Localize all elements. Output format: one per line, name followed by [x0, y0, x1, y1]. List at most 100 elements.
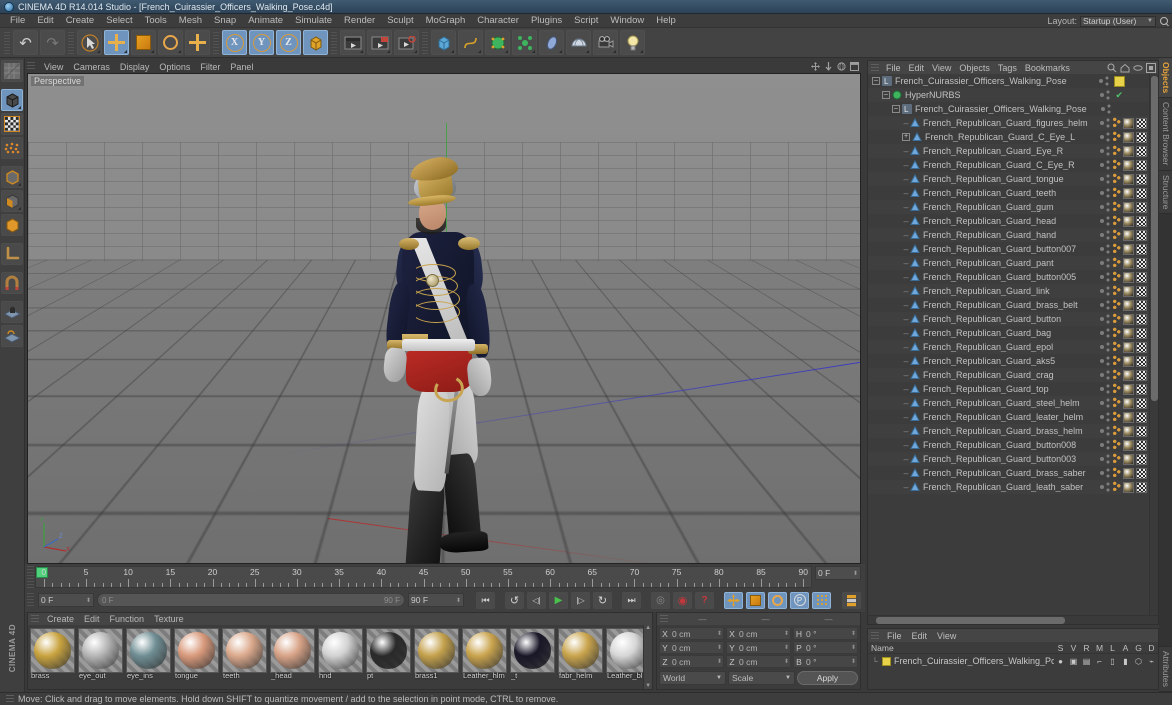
editor-visibility-dot[interactable] [1100, 135, 1104, 139]
step-forward-button[interactable]: |▷ [571, 591, 590, 609]
menu-create[interactable]: Create [60, 14, 101, 28]
coordinate-system-dropdown[interactable]: World ▼ [659, 671, 726, 685]
material-tag-icon[interactable] [1123, 243, 1134, 255]
layer-color-swatch[interactable] [882, 656, 891, 666]
layer-menu-view[interactable]: View [932, 631, 961, 641]
toolbar-grip[interactable] [4, 31, 10, 54]
material-menu-grip[interactable] [31, 615, 39, 623]
editor-visibility-dot[interactable] [1100, 219, 1104, 223]
material-item[interactable]: Leather_hlm [462, 628, 507, 680]
object-tree-row[interactable]: – French_Republican_Guard_hand [868, 228, 1158, 242]
editor-visibility-dot[interactable] [1101, 107, 1105, 111]
menu-render[interactable]: Render [338, 14, 381, 28]
texture-tag-icon[interactable] [1136, 439, 1147, 451]
object-manager-grip[interactable] [871, 63, 879, 72]
object-tree-row[interactable]: – French_Republican_Guard_epol [868, 340, 1158, 354]
step-back-button[interactable]: ◁| [527, 591, 546, 609]
material-tag-icon[interactable] [1123, 257, 1134, 269]
material-tag-icon[interactable] [1123, 131, 1134, 143]
z-axis-lock[interactable]: Z [276, 30, 301, 55]
camera-button[interactable] [593, 30, 618, 55]
layer-solo-toggle[interactable]: ● [1054, 655, 1067, 667]
viewport-menu-display[interactable]: Display [115, 62, 155, 72]
material-menu-edit[interactable]: Edit [79, 614, 105, 624]
material-tag-icon[interactable] [1123, 159, 1134, 171]
render-visibility-dots[interactable] [1106, 202, 1110, 212]
render-visibility-dots[interactable] [1106, 118, 1110, 128]
texture-tag-icon[interactable] [1136, 481, 1147, 493]
tag-dots-icon[interactable] [1112, 271, 1121, 283]
light-button[interactable] [620, 30, 645, 55]
render-view-button[interactable] [340, 30, 365, 55]
toolbar-grip-3[interactable] [213, 31, 219, 54]
texture-tag-icon[interactable] [1136, 117, 1147, 129]
editor-visibility-dot[interactable] [1100, 303, 1104, 307]
add-cube-button[interactable] [431, 30, 456, 55]
texture-tag-icon[interactable] [1136, 313, 1147, 325]
menu-script[interactable]: Script [568, 14, 604, 28]
tag-dots-icon[interactable] [1112, 411, 1121, 423]
object-tree-row[interactable]: – French_Republican_Guard_bag [868, 326, 1158, 340]
object-tree-row[interactable]: – French_Republican_Guard_button [868, 312, 1158, 326]
layer-deformer-toggle[interactable]: ⌁ [1145, 655, 1158, 667]
menu-sculpt[interactable]: Sculpt [381, 14, 419, 28]
object-menu-objects[interactable]: Objects [955, 63, 994, 73]
tag-dots-icon[interactable] [1112, 243, 1121, 255]
tag-dots-icon[interactable] [1112, 299, 1121, 311]
render-visibility-dots[interactable] [1106, 454, 1110, 464]
material-item[interactable]: eye_out [78, 628, 123, 680]
tag-dots-icon[interactable] [1112, 369, 1121, 381]
go-to-end-button[interactable]: ⏭ [622, 591, 641, 609]
object-tree-row[interactable]: – French_Republican_Guard_Eye_R [868, 144, 1158, 158]
object-tree-row[interactable]: – HyperNURBS ✔ [868, 88, 1158, 102]
object-tree-row[interactable]: – French_Republican_Guard_leath_saber [868, 480, 1158, 494]
redo-button[interactable]: ↷ [40, 30, 65, 55]
menu-mesh[interactable]: Mesh [173, 14, 208, 28]
object-tree-row[interactable]: – French_Republican_Guard_aks5 [868, 354, 1158, 368]
texture-tag-icon[interactable] [1136, 453, 1147, 465]
timeline-controls-grip[interactable] [27, 593, 34, 607]
material-tag-icon[interactable] [1123, 439, 1134, 451]
tag-dots-icon[interactable] [1112, 187, 1121, 199]
texture-tag-icon[interactable] [1136, 271, 1147, 283]
go-to-next-key-button[interactable]: ↻ [593, 591, 612, 609]
transform-mode-dropdown[interactable]: Scale ▼ [728, 671, 795, 685]
texture-tag-icon[interactable] [1136, 201, 1147, 213]
menu-edit[interactable]: Edit [31, 14, 59, 28]
texture-tag-icon[interactable] [1136, 159, 1147, 171]
viewport-menu-filter[interactable]: Filter [195, 62, 225, 72]
material-tag-icon[interactable] [1123, 467, 1134, 479]
coordinate-grip[interactable] [660, 615, 668, 623]
status-bar-grip[interactable] [6, 695, 14, 703]
material-tag-icon[interactable] [1123, 145, 1134, 157]
tag-dots-icon[interactable] [1112, 159, 1121, 171]
axis-mode-button[interactable] [1, 243, 23, 265]
tag-dots-icon[interactable] [1112, 341, 1121, 353]
object-tree-row[interactable]: – French_Republican_Guard_button003 [868, 452, 1158, 466]
editor-visibility-dot[interactable] [1100, 345, 1104, 349]
tag-dots-icon[interactable] [1112, 229, 1121, 241]
check-icon[interactable]: ✔ [1115, 90, 1123, 101]
maximize-icon[interactable] [850, 62, 859, 71]
render-visibility-dots[interactable] [1106, 384, 1110, 394]
viewport-menu-grip[interactable] [27, 62, 35, 71]
material-item[interactable]: pt [366, 628, 411, 680]
tree-collapse-toggle[interactable]: – [882, 91, 890, 99]
home-icon[interactable] [1120, 63, 1130, 73]
tag-dots-icon[interactable] [1112, 145, 1121, 157]
edges-mode-button[interactable] [1, 166, 23, 188]
nurbs-button[interactable] [485, 30, 510, 55]
object-tree-scrollbar[interactable] [1149, 74, 1158, 615]
editor-visibility-dot[interactable] [1100, 93, 1105, 97]
object-tree-row[interactable]: – French_Republican_Guard_head [868, 214, 1158, 228]
layer-menu-edit[interactable]: Edit [907, 631, 933, 641]
layer-manager-toggle[interactable]: ⌐ [1093, 655, 1106, 667]
add-spline-button[interactable] [458, 30, 483, 55]
search-icon[interactable] [1159, 16, 1170, 27]
size-z-field[interactable]: Z 0 cm ⬍ [726, 655, 791, 668]
dolly-icon[interactable] [824, 62, 833, 71]
object-menu-tags[interactable]: Tags [994, 63, 1021, 73]
preview-range-scrubber[interactable]: 0 F 90 F [97, 593, 405, 607]
editor-visibility-dot[interactable] [1100, 373, 1104, 377]
material-item[interactable]: brass1 [414, 628, 459, 680]
